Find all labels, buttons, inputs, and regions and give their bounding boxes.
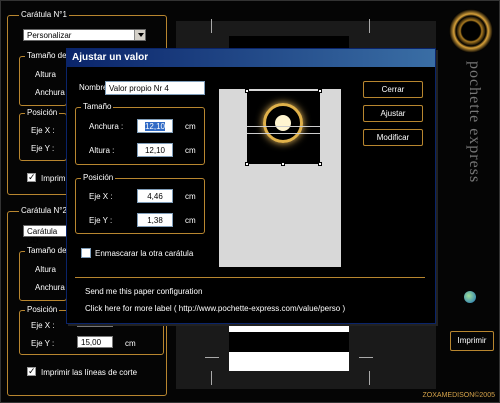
- anch2-label: Anchura: [35, 283, 65, 292]
- dialog-title: Ajustar un valor: [72, 52, 149, 63]
- x-input[interactable]: 4,46: [137, 189, 173, 203]
- width-label: Anchura :: [89, 122, 124, 131]
- size2-group: [19, 251, 67, 301]
- y-value: 1,38: [147, 216, 163, 225]
- print-button[interactable]: Imprimir: [450, 331, 494, 351]
- width-unit: cm: [185, 122, 196, 131]
- mask-label: Enmascarar la otra carátula: [95, 249, 194, 258]
- width-input[interactable]: 12,10: [137, 119, 173, 133]
- close-button[interactable]: Cerrar: [363, 81, 423, 98]
- mask-checkbox[interactable]: [81, 248, 91, 258]
- name-value: Valor propio Nr 4: [109, 84, 169, 93]
- globe-icon[interactable]: [464, 291, 476, 303]
- ejey2-unit: cm: [125, 339, 136, 348]
- ejey2-field[interactable]: 15,00: [77, 336, 113, 348]
- crop-mark: [369, 371, 370, 385]
- preview-band-bottom: [229, 332, 349, 352]
- more-labels-link[interactable]: Click here for more label ( http://www.p…: [85, 304, 345, 313]
- label-preview: [219, 89, 341, 267]
- brand-text: pochette express: [466, 61, 483, 184]
- resize-handle[interactable]: [245, 162, 249, 166]
- send-config-link[interactable]: Send me this paper configuration: [85, 287, 202, 296]
- resize-handle[interactable]: [318, 162, 322, 166]
- size1-group: [19, 56, 67, 106]
- ejey1-label: Eje Y :: [31, 144, 55, 153]
- brand-logo: [449, 9, 493, 53]
- resize-handle[interactable]: [281, 162, 285, 166]
- alt1-label: Altura: [35, 70, 56, 79]
- pos1-group: [19, 113, 67, 161]
- height-unit: cm: [185, 146, 196, 155]
- print1-checkbox[interactable]: [27, 172, 36, 183]
- pos2-legend: Posición: [25, 305, 60, 314]
- resize-handle[interactable]: [245, 89, 249, 93]
- size-legend: Tamaño: [81, 102, 114, 111]
- anch1-label: Anchura: [35, 88, 65, 97]
- crop-mark: [359, 357, 373, 358]
- caratula1-select-value: Personalizar: [27, 31, 72, 40]
- crop-mark: [211, 19, 212, 33]
- caratula1-select[interactable]: Personalizar: [23, 29, 146, 41]
- logo-banner: [247, 126, 320, 134]
- y-unit: cm: [185, 216, 196, 225]
- x-unit: cm: [185, 192, 196, 201]
- caratula1-legend: Carátula N°1: [19, 10, 69, 19]
- height-label: Altura :: [89, 146, 115, 155]
- crop-mark: [205, 357, 219, 358]
- divider: [75, 277, 425, 278]
- ejex2-label: Eje X :: [31, 321, 55, 330]
- copyright-text: ZOXAMEDISON©2005: [422, 392, 495, 399]
- label-thumbnail[interactable]: [247, 91, 320, 164]
- print2-label: Imprimir las líneas de corte: [41, 368, 138, 377]
- name-input[interactable]: Valor propio Nr 4: [105, 81, 205, 95]
- position-legend: Posición: [81, 173, 116, 182]
- pos1-legend: Posición: [25, 108, 60, 117]
- x-value: 4,46: [147, 192, 163, 201]
- print2-checkbox[interactable]: [27, 366, 36, 377]
- size1-legend: Tamaño de: [25, 51, 69, 60]
- dialog-titlebar[interactable]: Ajustar un valor: [67, 49, 435, 67]
- caratula2-legend: Carátula N°2: [19, 206, 69, 215]
- crop-mark: [211, 371, 212, 385]
- height-input[interactable]: 12,10: [137, 143, 173, 157]
- size2-legend: Tamaño de: [25, 246, 69, 255]
- caratula2-select[interactable]: Carátula CD: [23, 225, 69, 245]
- height-value: 12,10: [144, 146, 166, 155]
- ejey2-label: Eje Y :: [31, 339, 55, 348]
- x-label: Eje X :: [89, 192, 113, 201]
- alt2-label: Altura: [35, 265, 56, 274]
- ejey2-value: 15,00: [81, 338, 102, 347]
- resize-handle[interactable]: [318, 89, 322, 93]
- chevron-down-icon[interactable]: [134, 30, 145, 40]
- ejex1-label: Eje X :: [31, 126, 55, 135]
- modify-button[interactable]: Modificar: [363, 129, 423, 146]
- y-input[interactable]: 1,38: [137, 213, 173, 227]
- adjust-value-dialog: Ajustar un valor Nombre Valor propio Nr …: [66, 48, 436, 324]
- name-label: Nombre: [79, 83, 108, 92]
- width-value: 12,10: [144, 122, 166, 131]
- y-label: Eje Y :: [89, 216, 113, 225]
- adjust-button[interactable]: Ajustar: [363, 105, 423, 122]
- crop-mark: [369, 19, 370, 33]
